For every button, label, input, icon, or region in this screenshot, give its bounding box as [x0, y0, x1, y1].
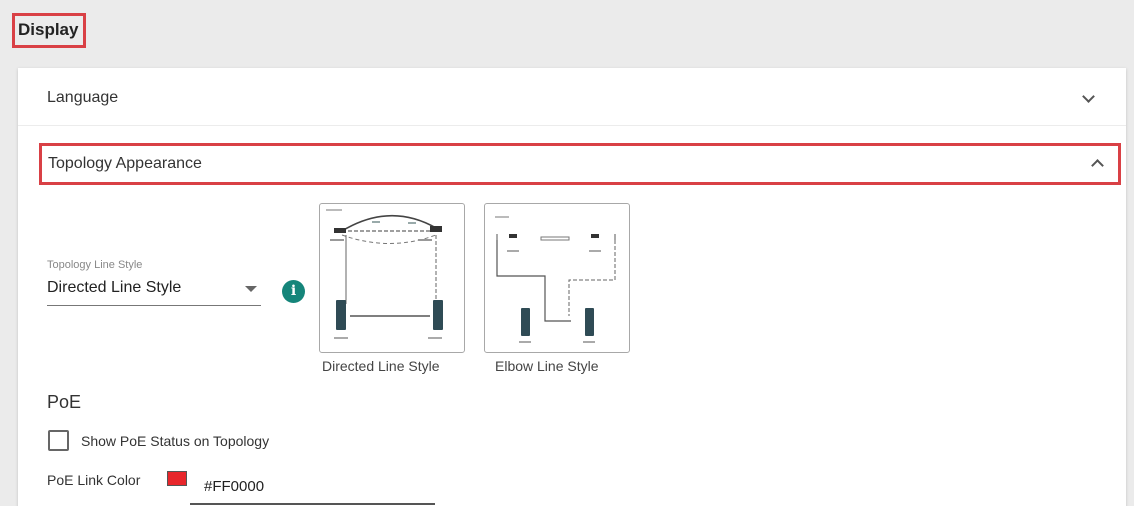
- poe-section-title: PoE: [47, 392, 82, 412]
- poe-link-color-value[interactable]: #FF0000: [204, 478, 264, 495]
- elbow-line-style-caption: Elbow Line Style: [495, 358, 599, 374]
- show-poe-status-checkbox[interactable]: [48, 430, 69, 451]
- topology-line-style-value-text: Directed Line Style: [47, 279, 182, 296]
- topology-line-style-select[interactable]: Topology Line Style Directed Line Style: [47, 259, 261, 306]
- language-section-label: Language: [47, 89, 119, 106]
- language-section-header[interactable]: Language: [18, 68, 1126, 126]
- info-icon[interactable]: i: [282, 280, 305, 303]
- elbow-line-style-diagram: [495, 216, 616, 343]
- poe-link-color-label: PoE Link Color: [47, 472, 141, 488]
- directed-line-style-preview[interactable]: [319, 203, 465, 353]
- directed-line-style-caption: Directed Line Style: [322, 358, 440, 374]
- topology-line-style-label: Topology Line Style: [47, 259, 143, 271]
- chevron-up-icon[interactable]: [1091, 159, 1104, 172]
- poe-link-color-swatch[interactable]: [167, 471, 187, 486]
- topology-appearance-section-label: Topology Appearance: [48, 155, 202, 172]
- poe-link-color-input-underline: [190, 503, 435, 505]
- chevron-down-icon[interactable]: [1082, 90, 1095, 103]
- topology-appearance-section-header[interactable]: Topology Appearance: [39, 143, 1121, 185]
- show-poe-status-label: Show PoE Status on Topology: [81, 433, 270, 449]
- page-title-text: Display: [18, 20, 79, 39]
- topology-line-style-value[interactable]: Directed Line Style: [47, 279, 261, 306]
- display-settings-panel: Language Topology Appearance Topology Li…: [18, 68, 1126, 506]
- page-title: Display: [12, 13, 87, 48]
- directed-line-style-diagram: [326, 209, 443, 339]
- elbow-line-style-preview[interactable]: [484, 203, 630, 353]
- dropdown-caret-icon[interactable]: [245, 286, 257, 292]
